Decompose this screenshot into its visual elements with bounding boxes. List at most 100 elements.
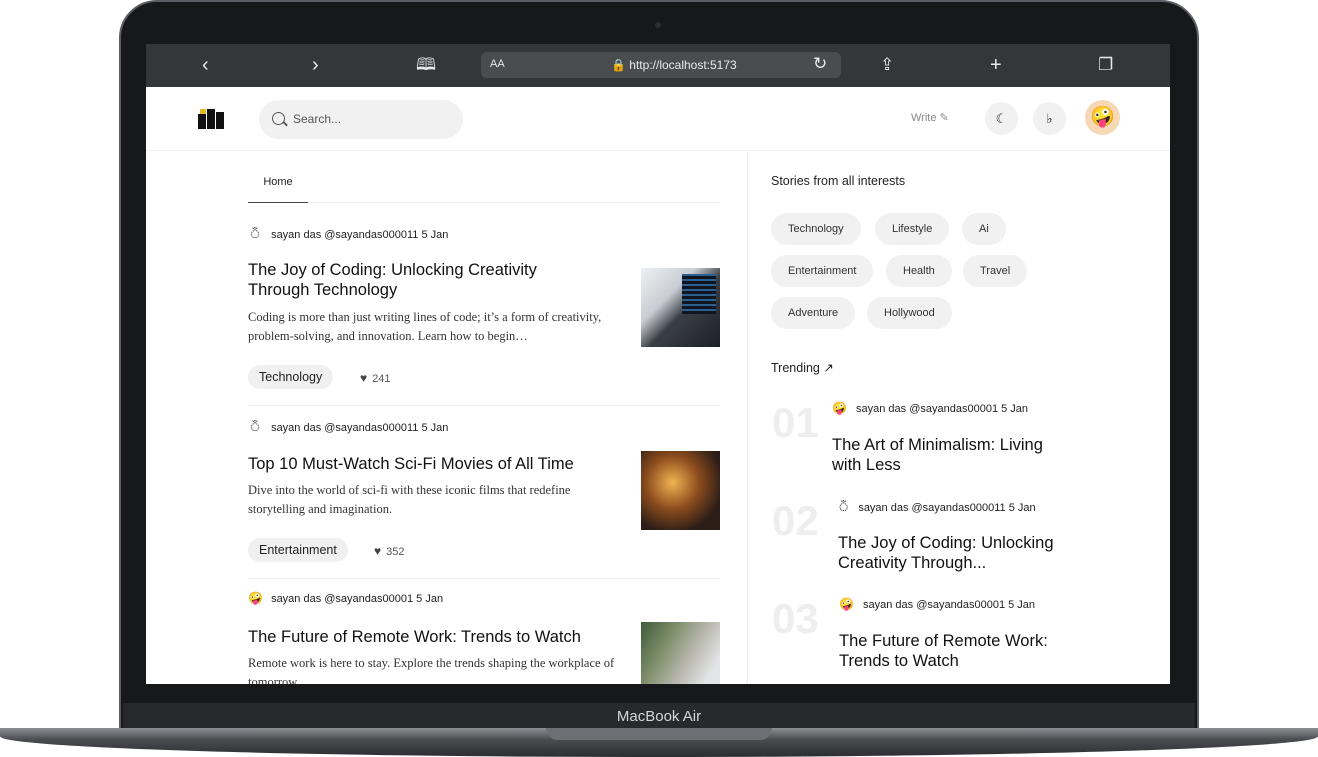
- trending-post-title[interactable]: The Joy of Coding: Unlocking Creativity …: [838, 533, 1078, 573]
- reload-icon[interactable]: ↻: [813, 54, 827, 74]
- post-date: 5 Jan: [421, 422, 449, 434]
- trending-author[interactable]: sayan das @sayandas000011: [858, 502, 1005, 514]
- trending-date: 5 Jan: [1001, 403, 1029, 415]
- camera: [655, 22, 661, 28]
- heart-icon: ♥: [360, 371, 368, 385]
- trending-meta: ঁ sayan das @sayandas000011 5 Jan: [838, 499, 1036, 519]
- browser-toolbar: ‹ › 🕮 AA 🔒 http://localhost:5173 ↻ ⇪ + ❐: [146, 44, 1170, 87]
- post-author[interactable]: sayan das @sayandas000011: [271, 229, 418, 241]
- tabs-icon[interactable]: ❐: [1098, 53, 1113, 77]
- trending-meta: 🤪 sayan das @sayandas00001 5 Jan: [832, 401, 1028, 415]
- interests-title: Stories from all interests: [771, 174, 906, 188]
- like-count: 241: [372, 373, 391, 385]
- like-count: 352: [386, 546, 405, 558]
- post-meta: 🤪 sayan das @sayandas00001 5 Jan: [248, 591, 443, 605]
- laptop-chin: MacBook Air: [123, 703, 1195, 730]
- chevron-left-icon[interactable]: ‹: [202, 53, 209, 77]
- feed-tabs: Home: [248, 152, 720, 203]
- trending-author[interactable]: sayan das @sayandas00001: [856, 403, 998, 415]
- column-divider: [747, 152, 748, 684]
- theme-toggle-icon: ☾: [995, 111, 1008, 126]
- post-card[interactable]: 🤪 sayan das @sayandas00001 5 Jan The Fut…: [248, 591, 720, 684]
- app-header: Search... Write ✎ ☾ ♭ 🤪: [146, 87, 1170, 151]
- search-placeholder: Search...: [293, 112, 342, 126]
- post-meta: ঁ sayan das @sayandas000011 5 Jan: [248, 226, 448, 246]
- post-date: 5 Jan: [421, 229, 449, 241]
- book-icon[interactable]: 🕮: [416, 53, 436, 77]
- url-text: 🔒 http://localhost:5173: [611, 58, 737, 72]
- interest-chip[interactable]: Health: [886, 255, 952, 287]
- chevron-right-icon[interactable]: ›: [312, 53, 319, 77]
- author-avatar: ঁ: [838, 500, 850, 514]
- bell-icon: ♭: [1046, 111, 1053, 126]
- post-title[interactable]: The Joy of Coding: Unlocking Creativity …: [248, 260, 588, 300]
- interest-chip[interactable]: Lifestyle: [875, 213, 950, 245]
- trending-author[interactable]: sayan das @sayandas00001: [863, 599, 1005, 611]
- trending-item[interactable]: 03 🤪 sayan das @sayandas00001 5 Jan The …: [772, 595, 1072, 675]
- heart-icon: ♥: [374, 544, 382, 558]
- write-label: Write: [911, 112, 937, 124]
- write-button[interactable]: Write ✎: [911, 111, 949, 124]
- trending-post-title[interactable]: The Future of Remote Work: Trends to Wat…: [839, 631, 1079, 671]
- trending-item[interactable]: 02 ঁ sayan das @sayandas000011 5 Jan The…: [772, 497, 1072, 577]
- trending-item[interactable]: 01 🤪 sayan das @sayandas00001 5 Jan The …: [772, 399, 1072, 479]
- divider: [248, 405, 720, 406]
- post-thumbnail[interactable]: [641, 622, 720, 684]
- interest-chip[interactable]: Ai: [962, 213, 1006, 245]
- post-card[interactable]: ঁ sayan das @sayandas000011 5 Jan The Jo…: [248, 226, 720, 396]
- post-tag[interactable]: Entertainment: [248, 538, 348, 562]
- author-avatar: 🤪: [839, 597, 854, 611]
- text-size-button[interactable]: AA: [490, 58, 505, 70]
- trending-date: 5 Jan: [1008, 599, 1036, 611]
- interest-chip[interactable]: Hollywood: [867, 297, 952, 329]
- post-likes[interactable]: ♥ 352: [374, 544, 404, 558]
- post-title[interactable]: Top 10 Must-Watch Sci-Fi Movies of All T…: [248, 454, 628, 474]
- tab-home[interactable]: Home: [248, 152, 308, 203]
- trending-meta: 🤪 sayan das @sayandas00001 5 Jan: [839, 597, 1035, 611]
- lock-icon: 🔒: [611, 58, 626, 72]
- edit-icon: ✎: [939, 112, 949, 124]
- post-author[interactable]: sayan das @sayandas00001: [271, 593, 413, 605]
- url-value: http://localhost:5173: [629, 58, 737, 72]
- theme-toggle-button[interactable]: ☾: [985, 102, 1018, 135]
- address-bar[interactable]: AA 🔒 http://localhost:5173 ↻: [481, 52, 841, 78]
- interest-chip[interactable]: Entertainment: [771, 255, 874, 287]
- author-avatar: ঁ: [249, 420, 261, 434]
- screen: ‹ › 🕮 AA 🔒 http://localhost:5173 ↻ ⇪ + ❐…: [146, 44, 1170, 684]
- post-tag[interactable]: Technology: [248, 365, 334, 389]
- post-description: Dive into the world of sci-fi with these…: [248, 483, 571, 516]
- author-avatar: 🤪: [248, 591, 263, 605]
- trending-rank: 03: [772, 595, 819, 642]
- plus-icon[interactable]: +: [990, 53, 1002, 77]
- post-title[interactable]: The Future of Remote Work: Trends to Wat…: [248, 627, 628, 647]
- interest-chip[interactable]: Technology: [771, 213, 861, 245]
- search-icon: [272, 112, 285, 125]
- post-description: Remote work is here to stay. Explore the…: [248, 656, 615, 684]
- user-avatar[interactable]: 🤪: [1085, 100, 1120, 135]
- divider: [248, 578, 720, 579]
- post-likes[interactable]: ♥ 241: [360, 371, 390, 385]
- trending-post-title[interactable]: The Art of Minimalism: Living with Less: [832, 435, 1072, 475]
- trending-rank: 02: [772, 497, 819, 544]
- trending-title: Trending ↗: [771, 360, 834, 375]
- post-card[interactable]: ঁ sayan das @sayandas000011 5 Jan Top 10…: [248, 419, 720, 569]
- interest-chip[interactable]: Adventure: [771, 297, 856, 329]
- trending-icon: ↗: [823, 361, 834, 375]
- trending-date: 5 Jan: [1008, 502, 1036, 514]
- post-thumbnail[interactable]: [641, 268, 720, 347]
- post-date: 5 Jan: [416, 593, 444, 605]
- laptop-notch: [546, 728, 772, 740]
- post-author[interactable]: sayan das @sayandas000011: [271, 422, 418, 434]
- post-thumbnail[interactable]: [641, 451, 720, 530]
- author-avatar: ঁ: [249, 227, 261, 241]
- notifications-button[interactable]: ♭: [1033, 102, 1066, 135]
- share-icon[interactable]: ⇪: [880, 53, 894, 77]
- author-avatar: 🤪: [832, 401, 847, 415]
- trending-rank: 01: [772, 399, 819, 446]
- logo[interactable]: [198, 109, 224, 129]
- device-label: MacBook Air: [616, 708, 702, 725]
- search-input[interactable]: Search...: [259, 100, 463, 139]
- post-description: Coding is more than just writing lines o…: [248, 310, 602, 343]
- trending-label: Trending: [771, 361, 820, 375]
- interest-chip[interactable]: Travel: [963, 255, 1028, 287]
